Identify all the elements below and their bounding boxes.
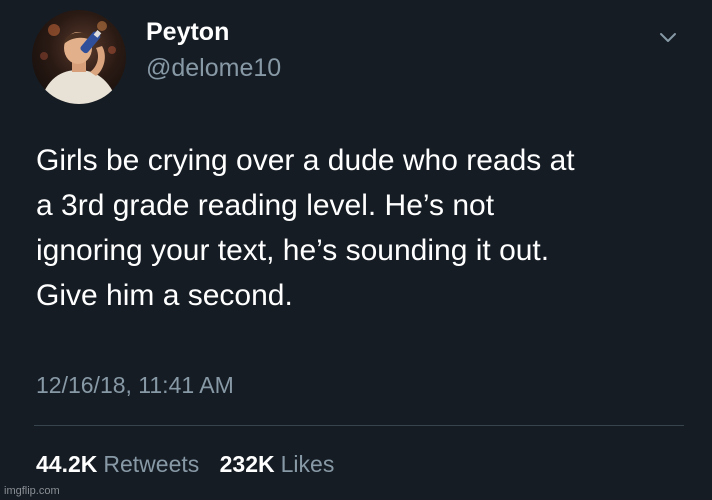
display-name[interactable]: Peyton bbox=[146, 16, 229, 48]
avatar[interactable] bbox=[32, 10, 126, 104]
tweet-timestamp[interactable]: 12/16/18, 11:41 AM bbox=[36, 370, 234, 400]
divider bbox=[34, 425, 684, 426]
chevron-down-icon bbox=[660, 33, 676, 42]
tweet-text-line: ignoring your text, he’s sounding it out… bbox=[36, 234, 550, 267]
avatar-photo bbox=[40, 21, 118, 104]
likes-stat[interactable]: 232K Likes bbox=[220, 449, 335, 479]
tweet-stats: 44.2K Retweets 232K Likes bbox=[36, 449, 348, 479]
retweets-count: 44.2K bbox=[36, 451, 98, 477]
tweet-text: Girls be crying over a dude who reads at… bbox=[36, 138, 696, 318]
retweets-label: Retweets bbox=[103, 451, 200, 477]
tweet-text-line: Give him a second. bbox=[36, 279, 293, 312]
tweet-text-line: a 3rd grade reading level. He’s not bbox=[36, 189, 495, 222]
likes-count: 232K bbox=[219, 451, 275, 477]
likes-label: Likes bbox=[280, 451, 335, 477]
retweets-stat[interactable]: 44.2K Retweets bbox=[36, 449, 199, 479]
tweet-text-line: Girls be crying over a dude who reads at bbox=[36, 144, 575, 177]
user-handle[interactable]: @delome10 bbox=[146, 52, 281, 84]
tweet-card: Peyton @delome10 Girls be crying over a … bbox=[0, 0, 712, 500]
watermark: imgflip.com bbox=[4, 485, 60, 497]
tweet-menu-button[interactable] bbox=[652, 24, 684, 50]
